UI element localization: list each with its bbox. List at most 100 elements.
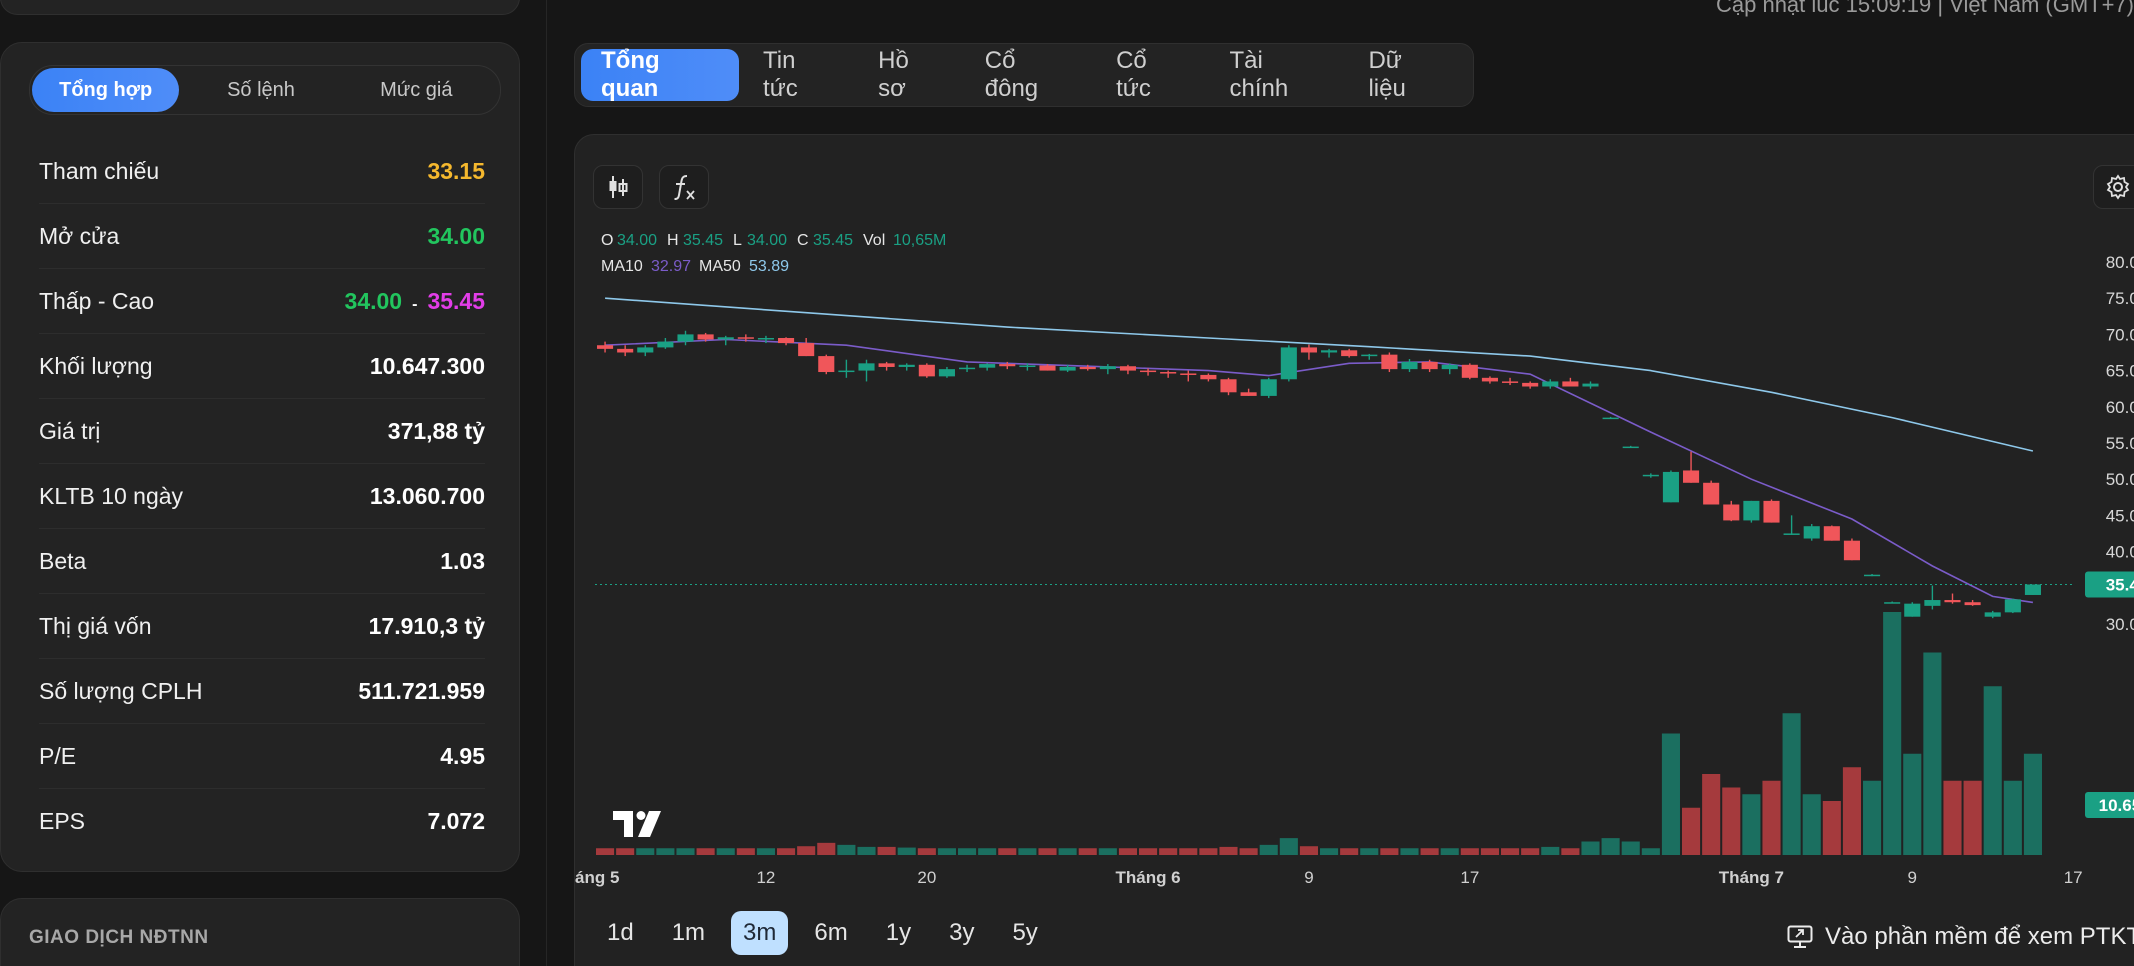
volume-bar [2003,780,2022,855]
stat-row-avg-volume-10d: KLTB 10 ngày 13.060.700 [39,464,485,529]
stat-row-volume: Khối lượng 10.647.300 [39,334,485,399]
legend-ma10-label: MA10 [601,258,643,275]
candle-body [1240,392,1257,396]
volume-bar [1380,848,1399,855]
volume-bar [736,848,755,855]
legend-o-label: O [601,232,613,249]
volume-bar [1159,848,1178,855]
tab-co-tuc[interactable]: Cổ tức [1096,47,1205,102]
volume-bar [1863,780,1882,855]
tab-co-dong[interactable]: Cổ đông [965,47,1092,102]
stat-value: 13.060.700 [369,482,485,509]
volume-bar [877,846,896,855]
candle-body [597,345,614,349]
legend-ma50-value: 53.89 [749,258,789,275]
volume-bar [1963,780,1982,855]
volume-bar [1822,801,1841,855]
stat-row-eps: EPS 7.072 [39,789,485,854]
volume-bar [1883,612,1902,855]
tab-tong-quan[interactable]: Tổng quan [581,47,740,102]
volume-bar [1682,807,1701,855]
range-1y[interactable]: 1y [874,911,923,955]
volume-bar [1199,848,1218,855]
tab-ho-so[interactable]: Hồ sơ [858,47,961,102]
legend-vol-label: Vol [863,232,885,249]
open-ptkt-link[interactable]: Vào phần mềm để xem PTKT [1787,923,2134,951]
volume-bar [2023,753,2042,855]
candle-body [737,337,754,339]
volume-bar [998,848,1017,855]
candle-body [1019,365,1036,368]
range-3m[interactable]: 3m [731,911,789,955]
tradingview-logo-mark [636,811,646,820]
candle-body [1924,600,1941,606]
legend-h-label: H [667,232,679,249]
subtab-so-lenh[interactable]: Số lệnh [187,68,334,112]
stat-high-value: 35.45 [427,287,485,314]
range-separator: - [412,295,418,313]
y-tick-label: 45.00 [2106,506,2134,525]
candle-body [1763,500,1780,523]
stat-row-market-cap: Thị giá vốn 17.910,3 tỷ [39,594,485,659]
stat-label: Thị giá vốn [39,612,152,639]
volume-bar [978,848,997,855]
price-chart[interactable]: 80.00 75.00 70.00 65.00 60.00 55.00 50.00 45.00… [575,135,2134,895]
stat-label: Khối lượng [39,352,153,379]
tab-tai-chinh[interactable]: Tài chính [1209,47,1344,102]
candle-body [1723,504,1740,521]
volume-bar [756,848,775,855]
subtab-muc-gia[interactable]: Mức giá [343,68,490,112]
range-1m[interactable]: 1m [660,911,717,955]
range-3y[interactable]: 3y [937,911,986,955]
volume-bar [1299,846,1318,855]
volume-bar [1762,780,1781,855]
stat-value: 511.721.959 [358,677,485,704]
volume-bar [676,848,695,855]
monitor-icon [1787,925,1813,948]
candle-body [1542,381,1559,387]
y-tick-label: 50.00 [2106,470,2134,489]
x-tick-label: Tháng 6 [1115,868,1180,887]
volume-bar [1038,848,1057,855]
candlestick-icon [609,176,628,198]
function-fx-icon [674,175,695,200]
y-tick-label: 80.00 [2106,253,2134,272]
volume-bar [1098,848,1117,855]
candle-body [1562,381,1579,387]
candlestick-type-button[interactable] [593,165,643,209]
candle-body [938,369,955,377]
range-5y[interactable]: 5y [1000,911,1049,955]
tab-du-lieu[interactable]: Dữ liệu [1348,47,1463,102]
volume-bar [1501,848,1520,855]
candle-body [1944,600,1961,603]
candle-body [858,363,875,371]
tab-tin-tuc[interactable]: Tin tức [743,47,854,102]
candle-body [999,364,1016,367]
volume-bar [1460,848,1479,855]
legend-c-value: 35.45 [813,232,853,249]
stat-label: Beta [39,547,87,574]
x-tick-label: áng 5 [575,868,619,887]
candle-body [1079,366,1096,370]
volume-bar [1078,848,1097,855]
candle-body [2024,584,2041,595]
x-tick-label: 20 [917,868,936,887]
app-root: Tổng hợp Số lệnh Mức giá Tham chiếu 33.1… [0,0,2134,966]
volume-bar [777,848,796,855]
volume-bar [596,848,615,855]
subtab-tong-hop[interactable]: Tổng hợp [32,68,180,112]
trading-summary-card: Tổng hợp Số lệnh Mức giá Tham chiếu 33.1… [0,42,520,872]
indicators-button[interactable] [659,165,709,209]
summary-subtabs: Tổng hợp Số lệnh Mức giá [29,65,501,115]
volume-bar [1641,848,1660,855]
chart-settings-button[interactable] [2093,165,2134,209]
volume-bar [958,848,977,855]
range-6m[interactable]: 6m [802,911,859,955]
y-tick-label: 40.00 [2106,543,2134,562]
range-1d[interactable]: 1d [595,911,646,955]
candle-body [757,338,774,340]
candle-body [1341,350,1358,357]
candle-body [1904,603,1921,617]
volume-bar [1842,767,1861,855]
y-tick-label: 60.00 [2106,398,2134,417]
